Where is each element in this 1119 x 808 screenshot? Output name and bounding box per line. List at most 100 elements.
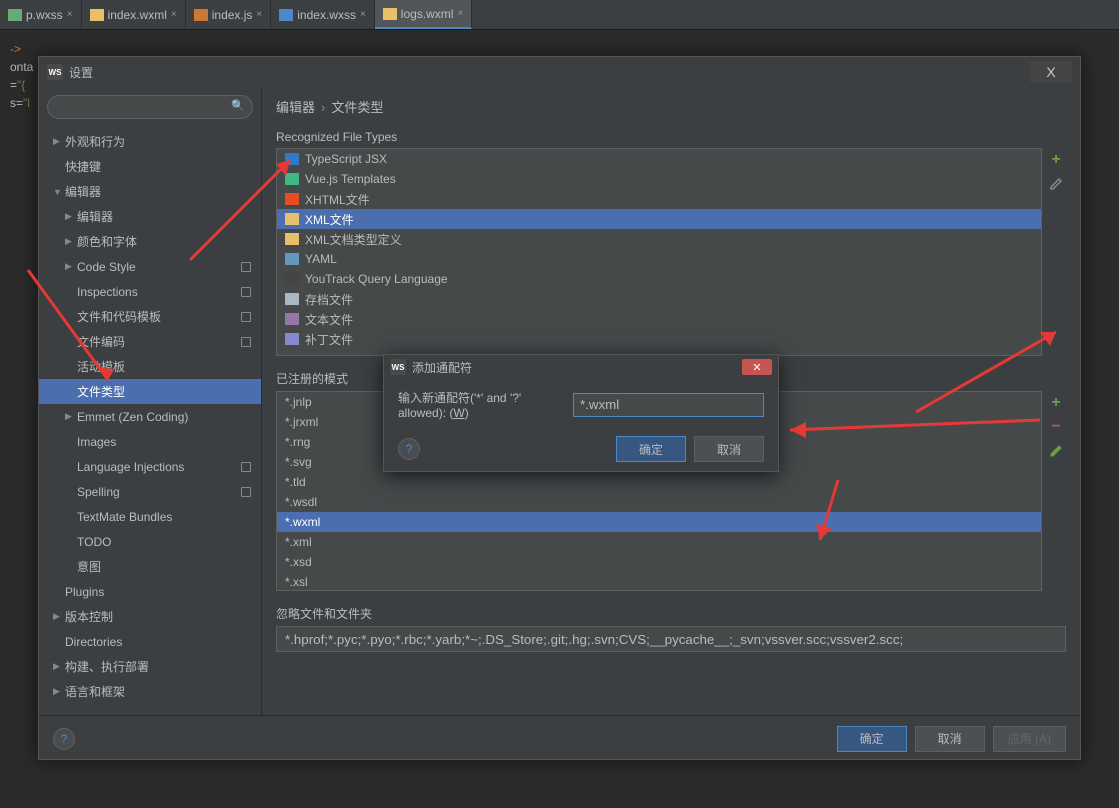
file-type-item[interactable]: XML文件 [277,209,1041,229]
close-icon[interactable]: × [256,9,262,20]
file-icon [383,8,397,20]
expand-icon[interactable] [65,261,77,272]
inner-cancel-button[interactable]: 取消 [694,436,764,462]
help-button[interactable]: ? [53,728,75,750]
tree-item[interactable]: 文件编码 [39,329,261,354]
tree-label: 意图 [77,558,101,575]
tree-label: 文件编码 [77,333,125,350]
expand-icon[interactable] [53,611,65,622]
pattern-item[interactable]: *.xml [277,532,1041,552]
file-types-list[interactable]: TypeScript JSXVue.js TemplatesXHTML文件XML… [276,148,1042,356]
tree-item[interactable]: Emmet (Zen Coding) [39,404,261,429]
file-type-item[interactable]: Vue.js Templates [277,169,1041,189]
editor-tab[interactable]: logs.wxml× [375,0,473,29]
close-button[interactable]: X [1030,61,1072,83]
ok-button[interactable]: 确定 [837,726,907,752]
tree-item[interactable]: Inspections [39,279,261,304]
expand-icon[interactable] [65,236,77,247]
tree-item[interactable]: 颜色和字体 [39,229,261,254]
editor-tab[interactable]: p.wxss× [0,0,82,29]
inner-title: 添加通配符 [412,359,472,376]
tree-item[interactable]: 构建、执行部署 [39,654,261,679]
inner-titlebar[interactable]: WS 添加通配符 ✕ [384,355,778,379]
pattern-item[interactable]: *.wxml [277,512,1041,532]
tree-item[interactable]: Images [39,429,261,454]
pattern-item[interactable]: *.xsl [277,572,1041,591]
close-icon[interactable]: × [360,9,366,20]
tree-item[interactable]: 编辑器 [39,204,261,229]
filetype-label: TypeScript JSX [305,152,387,166]
close-icon[interactable]: × [67,9,73,20]
expand-icon[interactable] [65,411,77,422]
editor-tabs: p.wxss×index.wxml×index.js×index.wxss×lo… [0,0,1119,30]
file-type-item[interactable]: 补丁文件 [277,329,1041,349]
search-input[interactable] [47,95,253,119]
tree-item[interactable]: 活动模板 [39,354,261,379]
edit-pattern-button[interactable] [1046,441,1066,461]
tree-item[interactable]: 文件类型 [39,379,261,404]
scope-badge-icon [239,460,253,474]
file-type-item[interactable]: TypeScript JSX [277,149,1041,169]
tree-item[interactable]: Code Style [39,254,261,279]
expand-icon[interactable] [53,661,65,672]
file-type-item[interactable]: XML文档类型定义 [277,229,1041,249]
file-type-item[interactable]: 文本文件 [277,309,1041,329]
pattern-label: *.rng [285,435,310,449]
filetype-icon [285,333,299,345]
tree-item[interactable]: Directories [39,629,261,654]
recognized-label: Recognized File Types [276,126,1066,148]
tree-label: Emmet (Zen Coding) [77,410,188,424]
file-icon [90,9,104,21]
file-type-item[interactable]: YouTrack Query Language [277,269,1041,289]
close-icon[interactable]: × [457,8,463,19]
settings-tree[interactable]: 外观和行为快捷键编辑器编辑器颜色和字体Code StyleInspections… [39,127,261,715]
pattern-label: *.tld [285,475,306,489]
inner-close-button[interactable]: ✕ [742,359,772,375]
file-type-item[interactable]: XHTML文件 [277,189,1041,209]
file-type-item[interactable]: 存档文件 [277,289,1041,309]
filetype-icon [285,153,299,165]
tree-item[interactable]: 意图 [39,554,261,579]
remove-pattern-button[interactable]: − [1046,417,1066,437]
tree-item[interactable]: 外观和行为 [39,129,261,154]
file-icon [194,9,208,21]
wildcard-label: 输入新通配符('*' and '?' allowed): (W) [398,389,565,420]
inner-help-button[interactable]: ? [398,438,420,460]
pattern-label: *.xml [285,535,312,549]
file-icon [279,9,293,21]
file-type-item[interactable]: YAML [277,249,1041,269]
editor-tab[interactable]: index.js× [186,0,272,29]
tree-item[interactable]: 文件和代码模板 [39,304,261,329]
expand-icon[interactable] [53,686,65,697]
tree-item[interactable]: TextMate Bundles [39,504,261,529]
filetype-icon [285,313,299,325]
close-icon[interactable]: × [171,9,177,20]
filetype-icon [285,273,299,285]
wildcard-input[interactable] [573,393,764,417]
pattern-item[interactable]: *.tld [277,472,1041,492]
cancel-button[interactable]: 取消 [915,726,985,752]
add-filetype-button[interactable]: + [1046,150,1066,170]
inner-ok-button[interactable]: 确定 [616,436,686,462]
tree-item[interactable]: Language Injections [39,454,261,479]
tree-item[interactable]: 编辑器 [39,179,261,204]
ignore-input[interactable] [276,626,1066,652]
expand-icon[interactable] [53,187,65,197]
tree-item[interactable]: TODO [39,529,261,554]
expand-icon[interactable] [53,136,65,147]
editor-tab[interactable]: index.wxml× [82,0,186,29]
tree-label: 版本控制 [65,608,113,625]
pattern-item[interactable]: *.wsdl [277,492,1041,512]
tree-item[interactable]: Plugins [39,579,261,604]
dialog-titlebar[interactable]: WS 设置 X [39,57,1080,87]
tree-item[interactable]: 语言和框架 [39,679,261,704]
pattern-item[interactable]: *.xsd [277,552,1041,572]
tree-item[interactable]: 版本控制 [39,604,261,629]
editor-tab[interactable]: index.wxss× [271,0,375,29]
edit-filetype-button[interactable] [1046,174,1066,194]
tree-item[interactable]: 快捷键 [39,154,261,179]
apply-button[interactable]: 应用 (A) [993,726,1066,752]
expand-icon[interactable] [65,211,77,222]
add-pattern-button[interactable]: + [1046,393,1066,413]
tree-item[interactable]: Spelling [39,479,261,504]
